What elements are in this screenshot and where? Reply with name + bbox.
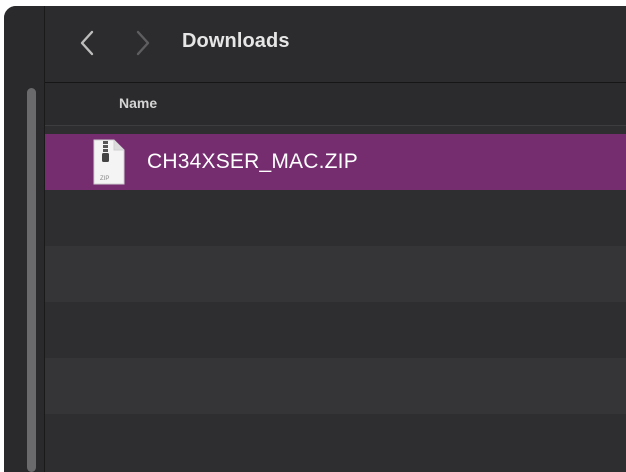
toolbar: Downloads [45,6,626,83]
file-list: ZIP CH34XSER_MAC.ZIP [45,134,626,470]
empty-row [45,414,626,470]
empty-row [45,190,626,246]
column-header-name[interactable]: Name [119,95,157,111]
chevron-right-icon [136,30,150,56]
chevron-left-icon [80,30,94,56]
sidebar-scrollbar[interactable] [27,88,36,472]
main-pane: Downloads Name ZIP CH34XSER_MAC.ZIP [45,6,626,472]
zip-file-icon: ZIP [93,139,125,185]
column-header-bar: Name [45,83,626,126]
finder-window: Downloads Name ZIP CH34XSER_MAC.ZIP [4,6,626,472]
zip-badge: ZIP [100,176,109,182]
sidebar [4,6,45,472]
back-button[interactable] [75,28,99,58]
window-title: Downloads [182,30,290,52]
empty-row [45,302,626,358]
empty-row [45,246,626,302]
file-row[interactable]: ZIP CH34XSER_MAC.ZIP [45,134,626,190]
forward-button[interactable] [131,28,155,58]
file-name: CH34XSER_MAC.ZIP [147,150,358,173]
empty-row [45,358,626,414]
